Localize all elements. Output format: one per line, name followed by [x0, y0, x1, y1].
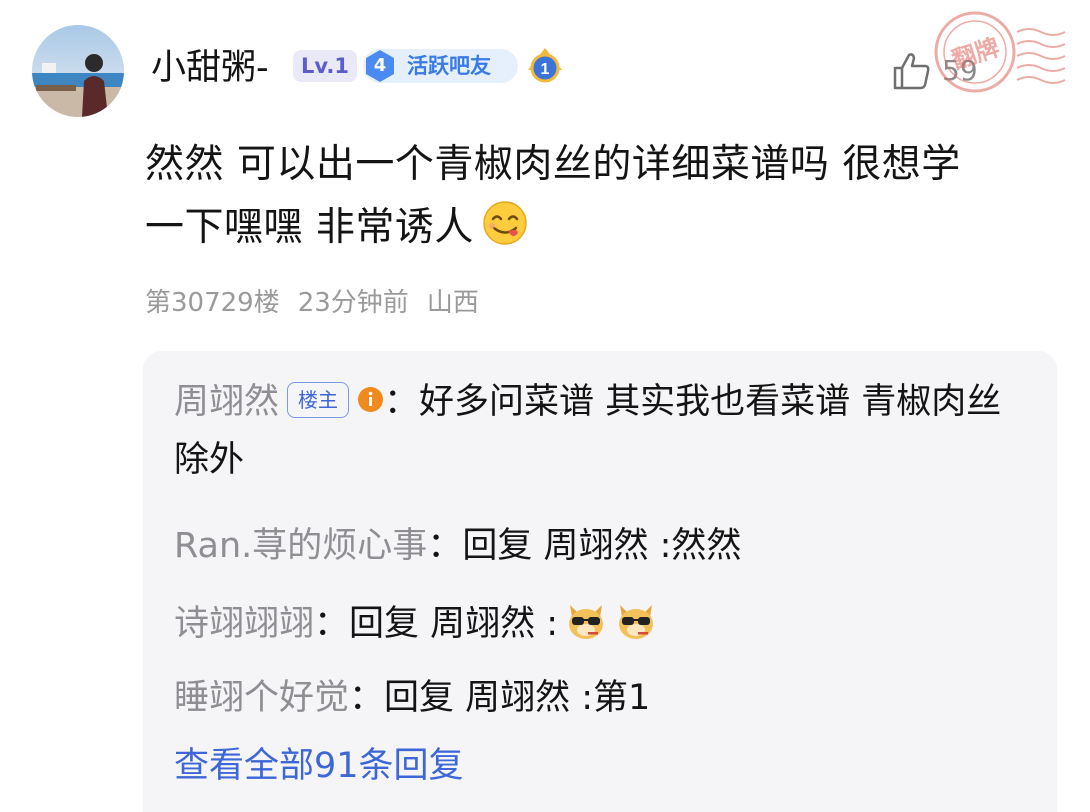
stamp-text: 翻牌 [948, 33, 1002, 74]
cool-dog-emoji-icon [569, 605, 604, 639]
replies-panel[interactable]: 周翊然 楼主 ：好多问菜谱 其实我也看菜谱 青椒肉丝除外 Ran.荨的烦心事：回复… [143, 351, 1057, 812]
avatar[interactable] [32, 25, 124, 117]
rank-medal-icon: 1 [528, 48, 562, 83]
reply-text: ：回复 周翊然 :然然 [427, 526, 742, 566]
view-all-replies-link[interactable]: 查看全部91条回复 [174, 741, 464, 791]
reply-author[interactable]: Ran.荨的烦心事 [174, 526, 427, 566]
active-member-badge[interactable]: 4 活跃吧友 [363, 49, 518, 83]
active-level-icon: 4 [363, 49, 397, 83]
reply-author[interactable]: 睡翊个好觉 [174, 678, 349, 718]
flip-card-stamp-icon: 翻牌 [934, 11, 1066, 93]
reply-item[interactable]: 诗翊翊翊：回复 周翊然 : [174, 595, 1034, 653]
username[interactable]: 小甜粥- [151, 47, 269, 89]
info-icon[interactable] [357, 386, 384, 413]
cool-dog-emoji-icon [619, 605, 654, 639]
reply-item[interactable]: 周翊然 楼主 ：好多问菜谱 其实我也看菜谱 青椒肉丝除外 [174, 373, 1034, 489]
floor-number: 第30729楼 [145, 288, 280, 318]
reply-author[interactable]: 周翊然 [174, 382, 279, 422]
rank-medal-number: 1 [541, 61, 550, 78]
reply-text: ：回复 周翊然 :第1 [349, 678, 651, 718]
reply-author[interactable]: 诗翊翊翊 [174, 604, 314, 644]
reply-item[interactable]: Ran.荨的烦心事：回复 周翊然 :然然 [174, 517, 1034, 575]
post-location: 山西 [426, 288, 479, 318]
yum-face-emoji-icon [483, 201, 527, 245]
reply-item[interactable]: 睡翊个好觉：回复 周翊然 :第1 [174, 669, 1034, 727]
post-time: 23分钟前 [297, 288, 409, 318]
active-level-number: 4 [373, 55, 387, 76]
post-text-line-2: 一下嘿嘿 非常诱人 [145, 205, 474, 250]
reply-text: ：回复 周翊然 : [314, 604, 559, 644]
post-text-line-1: 然然 可以出一个青椒肉丝的详细菜谱吗 很想学 [145, 142, 961, 187]
active-member-title: 活跃吧友 [407, 54, 491, 78]
post-meta: 第30729楼 23分钟前 山西 [145, 285, 479, 321]
level-badge: Lv.1 [293, 50, 357, 82]
post-content[interactable]: 然然 可以出一个青椒肉丝的详细菜谱吗 很想学 一下嘿嘿 非常诱人 [145, 133, 1050, 259]
host-tag: 楼主 [287, 382, 350, 418]
